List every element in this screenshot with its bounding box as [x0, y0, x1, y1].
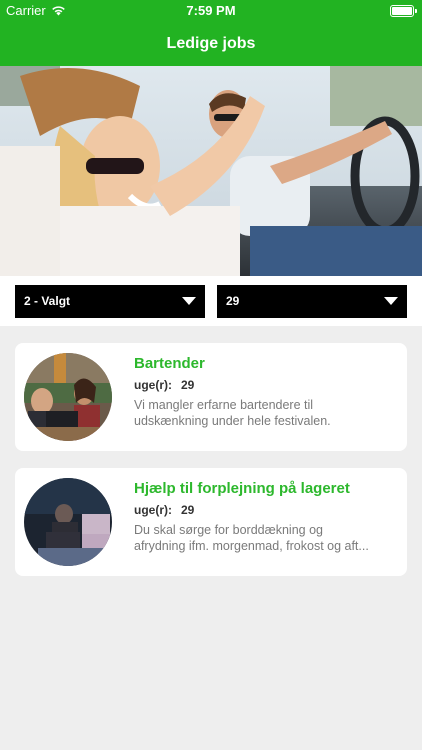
filter-bar: 2 - Valgt 29 [0, 276, 422, 326]
hero-image [0, 66, 422, 276]
hero-photo-illustration [0, 66, 422, 276]
job-image-bartender [24, 353, 112, 441]
clock: 7:59 PM [186, 3, 236, 18]
weeks-value: 29 [181, 503, 195, 517]
job-description: Du skal sørge for borddækning og afrydni… [134, 522, 396, 554]
week-dropdown-value: 29 [226, 294, 240, 308]
weeks-label: uge(r): [134, 503, 172, 517]
job-card-bartender[interactable]: Bartender uge(r): 29 Vi mangler erfarne b… [15, 343, 407, 451]
period-dropdown-value: 2 - Valgt [24, 294, 71, 308]
job-description-line: Vi mangler erfarne bartendere til [134, 398, 314, 412]
job-weeks: uge(r): 29 [134, 378, 194, 392]
job-weeks: uge(r): 29 [134, 503, 194, 517]
job-title: Bartender [134, 355, 205, 372]
job-description: Vi mangler erfarne bartendere til udskæn… [134, 397, 396, 429]
weeks-label: uge(r): [134, 378, 172, 392]
status-bar: Carrier 7:59 PM [0, 0, 422, 22]
battery-icon [390, 5, 417, 17]
weeks-value: 29 [181, 378, 195, 392]
job-description-line: Du skal sørge for borddækning og [134, 523, 323, 537]
page-title: Ledige jobs [166, 35, 256, 52]
job-description-line: udskænkning under hele festivalen. [134, 414, 331, 428]
nav-bar: Ledige jobs [0, 22, 422, 66]
job-title: Hjælp til forplejning på lageret [134, 480, 350, 497]
week-dropdown[interactable]: 29 [217, 285, 407, 318]
job-image-catering [24, 478, 112, 566]
chevron-down-icon [182, 297, 196, 305]
job-card-catering[interactable]: Hjælp til forplejning på lageret uge(r):… [15, 468, 407, 576]
period-dropdown[interactable]: 2 - Valgt [15, 285, 205, 318]
chevron-down-icon [384, 297, 398, 305]
job-description-line: afrydning ifm. morgenmad, frokost og aft… [134, 539, 369, 553]
